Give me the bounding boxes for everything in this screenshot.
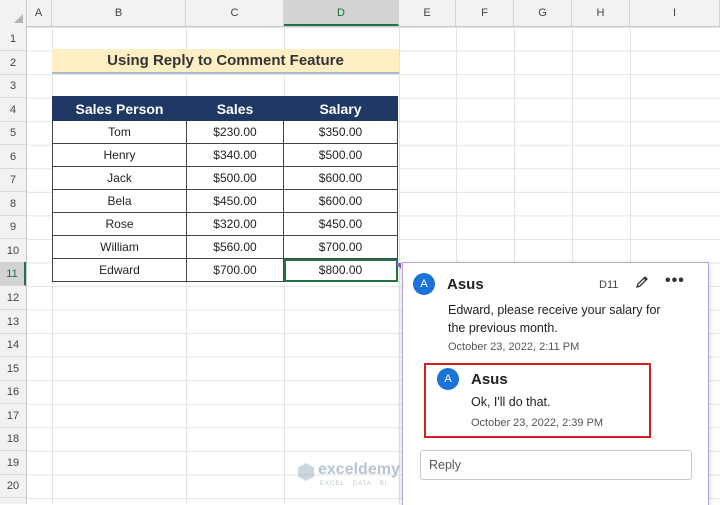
row-header[interactable]: 20 (0, 474, 26, 498)
table-cell[interactable]: $600.00 (283, 166, 398, 190)
row-header[interactable]: 1 (0, 27, 26, 51)
column-header-b[interactable]: B (52, 0, 186, 26)
column-header-a[interactable]: A (26, 0, 52, 26)
row-header[interactable]: 7 (0, 168, 26, 192)
table-row: Tom $230.00 $350.00 (52, 120, 398, 144)
row-header[interactable]: 17 (0, 404, 26, 428)
row-header[interactable]: 18 (0, 427, 26, 451)
column-header-e[interactable]: E (399, 0, 456, 26)
spreadsheet: A B C D E F G H I 1 2 3 4 5 6 7 8 9 10 1… (0, 0, 720, 505)
table-cell[interactable]: Bela (52, 189, 187, 213)
row-headers: 1 2 3 4 5 6 7 8 9 10 11 12 13 14 15 16 1… (0, 26, 27, 504)
selected-cell-d11[interactable]: $800.00 (283, 258, 398, 282)
table-header-cell[interactable]: Sales Person (52, 96, 187, 121)
table-cell[interactable]: $320.00 (186, 212, 284, 236)
reply-text: Ok, I'll do that. (471, 395, 551, 409)
row-header[interactable]: 6 (0, 145, 26, 169)
table-header-cell[interactable]: Salary (283, 96, 398, 121)
table-cell[interactable]: Jack (52, 166, 187, 190)
column-header-i[interactable]: I (630, 0, 720, 26)
row-header[interactable]: 11 (0, 262, 26, 286)
reply-timestamp: October 23, 2022, 2:39 PM (471, 417, 604, 429)
row-header[interactable]: 16 (0, 380, 26, 404)
column-header-f[interactable]: F (456, 0, 514, 26)
table-cell[interactable]: Henry (52, 143, 187, 167)
table-cell[interactable]: $500.00 (186, 166, 284, 190)
column-header-g[interactable]: G (514, 0, 572, 26)
comment-author: Asus (447, 276, 484, 293)
row-header[interactable]: 15 (0, 357, 26, 381)
watermark-logo: exceldemy EXCEL · DATA · BI (296, 459, 436, 493)
column-header-d[interactable]: D (284, 0, 399, 26)
sales-table: Sales Person Sales Salary Tom $230.00 $3… (52, 96, 398, 282)
row-header[interactable]: 12 (0, 286, 26, 310)
comment-text-line: Edward, please receive your salary for (448, 303, 661, 317)
select-all-corner[interactable] (0, 0, 27, 26)
table-cell[interactable]: William (52, 235, 187, 259)
reply-input[interactable] (420, 450, 692, 480)
avatar: A (413, 273, 435, 295)
table-cell[interactable]: $230.00 (186, 120, 284, 144)
column-headers: A B C D E F G H I (0, 0, 720, 27)
row-header[interactable]: 19 (0, 451, 26, 475)
row-header[interactable]: 9 (0, 215, 26, 239)
table-cell[interactable]: Tom (52, 120, 187, 144)
row-header[interactable]: 3 (0, 74, 26, 98)
table-cell[interactable]: $700.00 (186, 258, 284, 282)
table-header-row: Sales Person Sales Salary (52, 96, 398, 121)
table-cell[interactable]: $450.00 (186, 189, 284, 213)
table-cell[interactable]: $340.00 (186, 143, 284, 167)
row-header[interactable]: 10 (0, 239, 26, 263)
comment-text-line: the previous month. (448, 321, 558, 335)
comment-indicator-icon[interactable] (395, 263, 401, 269)
column-header-h[interactable]: H (572, 0, 630, 26)
exceldemy-logo-icon (298, 463, 314, 481)
table-row: William $560.00 $700.00 (52, 235, 398, 259)
table-row: Edward $700.00 $800.00 (52, 258, 398, 282)
table-row: Henry $340.00 $500.00 (52, 143, 398, 167)
comment-cell-reference: D11 (599, 279, 619, 291)
comment-timestamp: October 23, 2022, 2:11 PM (448, 341, 580, 353)
pencil-icon[interactable] (634, 274, 650, 290)
table-row: Rose $320.00 $450.00 (52, 212, 398, 236)
table-cell[interactable]: $350.00 (283, 120, 398, 144)
watermark-tagline: EXCEL · DATA · BI (320, 481, 388, 487)
table-cell[interactable]: Rose (52, 212, 187, 236)
row-header[interactable]: 4 (0, 98, 26, 122)
watermark-brand: exceldemy (318, 461, 400, 478)
more-options-icon[interactable]: ••• (665, 272, 685, 290)
column-header-c[interactable]: C (186, 0, 284, 26)
table-cell[interactable]: $600.00 (283, 189, 398, 213)
reply-author: Asus (471, 371, 508, 388)
row-header[interactable]: 14 (0, 333, 26, 357)
row-header[interactable]: 2 (0, 51, 26, 75)
comment-thread-panel: A Asus D11 ••• Edward, please receive yo… (402, 262, 709, 505)
sheet-title[interactable]: Using Reply to Comment Feature (52, 49, 399, 74)
table-cell[interactable]: $560.00 (186, 235, 284, 259)
table-cell[interactable]: $450.00 (283, 212, 398, 236)
table-cell[interactable]: $700.00 (283, 235, 398, 259)
table-row: Jack $500.00 $600.00 (52, 166, 398, 190)
row-header[interactable]: 13 (0, 310, 26, 334)
row-header[interactable]: 5 (0, 121, 26, 145)
avatar: A (437, 368, 459, 390)
table-cell[interactable]: $500.00 (283, 143, 398, 167)
row-header[interactable]: 8 (0, 192, 26, 216)
table-header-cell[interactable]: Sales (186, 96, 284, 121)
table-row: Bela $450.00 $600.00 (52, 189, 398, 213)
table-cell[interactable]: Edward (52, 258, 187, 282)
